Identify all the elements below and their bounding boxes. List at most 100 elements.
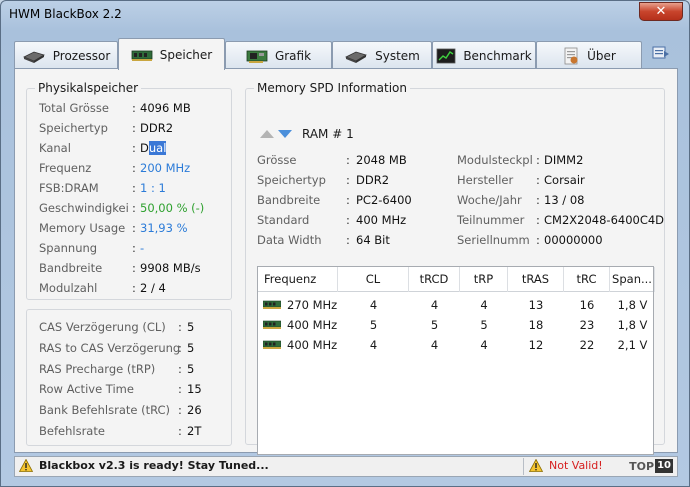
warning-icon [529,459,543,472]
info-separator: : [132,221,136,235]
info-value: 2 / 4 [140,281,166,295]
warning-icon [19,459,33,472]
table-cell: 16 [579,298,595,312]
group-title: Memory SPD Information [254,81,410,95]
spd-label: Seriellnumm [457,233,530,247]
table-cell: 13 [528,298,544,312]
status-bar: Blackbox v2.3 is ready! Stay Tuned... No… [14,456,678,477]
timing-label: CAS Verzögerung (CL) [39,320,166,334]
timings-group: CAS Verzögerung (CL):5 RAS to CAS Verzöge… [26,309,232,446]
spd-separator: : [346,193,350,207]
info-value: Dual [140,141,167,155]
table-cell: 400 MHz [258,315,338,335]
logo-number: 10 [655,459,673,473]
spd-separator: : [536,193,540,207]
column-header[interactable]: tRCD [409,267,460,292]
close-button[interactable]: ✕ [639,2,683,21]
spd-separator: : [346,213,350,227]
previous-module-button[interactable] [260,130,274,138]
timing-separator: : [178,424,182,438]
spd-timing-table: Frequenz CL tRCD tRP tRAS tRC Span... 270 MHz 4… [257,266,655,455]
table-cell: 12 [528,338,544,352]
graphics-card-icon [246,50,268,63]
timing-value: 5 [187,320,195,334]
tab-prozessor[interactable]: Prozessor [14,41,118,69]
app-window: HWM BlackBox 2.2 ✕ Prozessor Speicher Gr… [0,0,690,487]
column-header[interactable]: tRP [460,267,508,292]
cpu-icon [22,51,45,63]
window-title: HWM BlackBox 2.2 [9,7,122,21]
table-row[interactable]: 270 MHz 4 4 4 13 16 1,8 V [258,295,653,315]
tab-speicher[interactable]: Speicher [118,38,225,70]
timing-value: 5 [187,361,195,376]
spd-label: Modulsteckpl [457,153,533,167]
tab-grafik[interactable]: Grafik [225,41,332,69]
top10-logo: TOP 10 [629,459,673,473]
info-separator: : [132,141,136,155]
table-row[interactable]: 400 MHz 5 5 5 18 23 1,8 V [258,315,653,335]
table-cell: 23 [579,318,595,332]
timing-value: 15 [187,382,202,397]
info-label: Total Grösse [39,101,109,115]
ram-module-icon [262,300,282,309]
info-separator: : [132,241,136,255]
spd-label: Woche/Jahr [457,193,522,207]
info-value: 31,93 % [140,221,188,235]
info-value: 9908 MB/s [140,261,201,275]
tab-label: Prozessor [52,48,111,63]
column-header[interactable]: Frequenz [258,267,338,292]
title-bar: HWM BlackBox 2.2 ✕ [1,1,689,29]
value-text: D [140,141,149,155]
spd-value: 00000000 [544,233,603,247]
spd-label: Speichertyp [257,173,326,187]
info-label: Memory Usage [39,221,126,235]
speicher-panel: Physikalspeicher Total Grösse:4096 MB Spe… [14,68,678,455]
tab-ueber[interactable]: Über [536,41,642,69]
spd-value: 400 MHz [356,213,407,227]
ram-module-label: RAM # 1 [302,127,354,141]
spd-value: PC2-6400 [356,193,412,207]
spd-value: CM2X2048-6400C4D [544,213,665,227]
spd-separator: : [346,153,350,167]
info-value: - [140,241,145,255]
status-text: Blackbox v2.3 is ready! Stay Tuned... [39,459,269,472]
spd-label: Data Width [257,233,322,247]
timing-label: Row Active Time [39,382,134,397]
spd-value: DIMM2 [544,153,584,167]
column-header[interactable]: CL [338,267,409,292]
column-header[interactable]: tRAS [508,267,564,292]
spd-separator: : [536,233,540,247]
tab-label: Benchmark [463,48,532,63]
table-cell: 4 [480,338,488,352]
tab-label: Grafik [274,48,312,63]
export-icon[interactable] [650,42,672,64]
next-module-button[interactable] [278,130,292,138]
ram-module-icon [262,340,282,349]
selected-text: ual [148,141,167,155]
tab-label: Speicher [159,47,213,62]
tab-benchmark[interactable]: Benchmark [432,41,536,69]
spd-value: DDR2 [356,173,390,187]
timing-value: 5 [187,340,195,355]
validation-status: Not Valid! [529,459,603,472]
cell-text: 400 MHz [287,318,338,332]
tab-bar: Prozessor Speicher Grafik System Benchma… [14,38,678,70]
table-cell: 18 [528,318,544,332]
spd-label: Hersteller [457,173,514,187]
spd-label: Teilnummer [457,213,525,227]
spd-label: Grösse [257,153,297,167]
timing-value: 26 [187,403,202,418]
ram-icon [131,50,153,61]
column-header[interactable]: tRC [564,267,610,292]
table-cell: 22 [579,338,595,352]
benchmark-icon [436,48,456,63]
tab-system[interactable]: System [332,41,432,69]
timing-label: RAS to CAS Verzögerung [39,340,181,355]
info-separator: : [132,101,136,115]
column-header[interactable]: Span... [610,267,655,292]
timing-separator: : [178,382,182,397]
table-row[interactable]: 400 MHz 4 4 4 12 22 2,1 V [258,335,653,355]
spd-value: 64 Bit [356,233,390,247]
timing-value: 2T [187,424,202,438]
table-cell: 4 [369,298,378,312]
